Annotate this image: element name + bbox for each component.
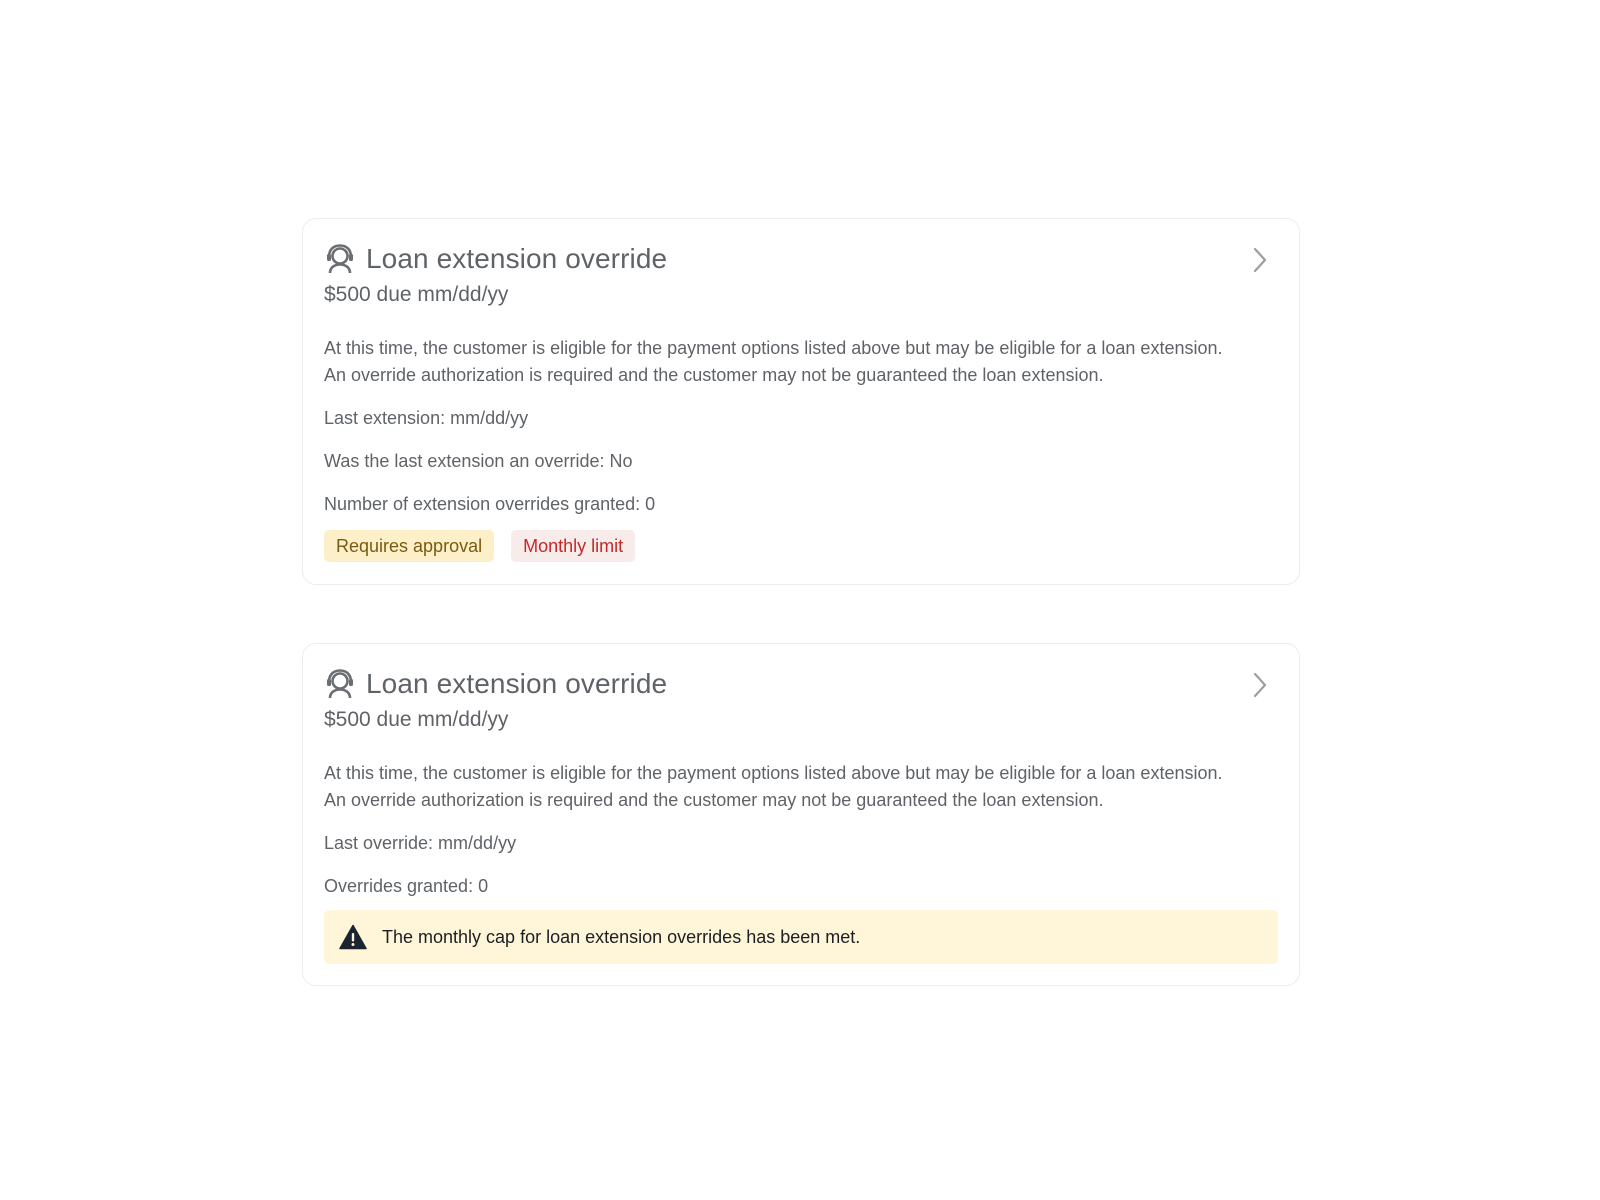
amount-due: $500 due mm/dd/yy — [324, 708, 509, 731]
monthly-limit-badge: Monthly limit — [511, 530, 636, 562]
card-header: Loan extension override — [324, 664, 1278, 704]
headset-agent-icon — [324, 243, 356, 275]
monthly-cap-alert: The monthly cap for loan extension overr… — [324, 910, 1278, 964]
eligibility-description: At this time, the customer is eligible f… — [324, 335, 1278, 389]
last-extension: Last extension: mm/dd/yy — [324, 408, 529, 428]
overrides-granted: Number of extension overrides granted: 0 — [324, 494, 656, 514]
badge-group: Requires approval Monthly limit — [324, 530, 1278, 562]
description-line-1: At this time, the customer is eligible f… — [324, 338, 1223, 358]
card-title: Loan extension override — [366, 243, 668, 274]
headset-agent-icon — [324, 668, 356, 700]
eligibility-description: At this time, the customer is eligible f… — [324, 760, 1278, 814]
description-line-2: An override authorization is required an… — [324, 365, 1104, 385]
card-body: At this time, the customer is eligible f… — [324, 760, 1278, 964]
chevron-right-icon[interactable] — [1250, 672, 1270, 698]
amount-due: $500 due mm/dd/yy — [324, 283, 509, 306]
card-title: Loan extension override — [366, 668, 668, 699]
loan-extension-card[interactable]: Loan extension override $500 due mm/dd/y… — [302, 643, 1300, 986]
overrides-granted: Overrides granted: 0 — [324, 876, 489, 896]
last-override: Last override: mm/dd/yy — [324, 833, 517, 853]
card-body: At this time, the customer is eligible f… — [324, 335, 1278, 562]
last-extension-override: Was the last extension an override: No — [324, 451, 633, 471]
description-line-2: An override authorization is required an… — [324, 790, 1104, 810]
description-line-1: At this time, the customer is eligible f… — [324, 763, 1223, 783]
card-header: Loan extension override — [324, 239, 1278, 279]
alert-message: The monthly cap for loan extension overr… — [382, 926, 861, 947]
loan-extension-card[interactable]: Loan extension override $500 due mm/dd/y… — [302, 218, 1300, 585]
requires-approval-badge: Requires approval — [324, 530, 495, 562]
warning-triangle-icon — [339, 924, 367, 950]
chevron-right-icon[interactable] — [1250, 247, 1270, 273]
